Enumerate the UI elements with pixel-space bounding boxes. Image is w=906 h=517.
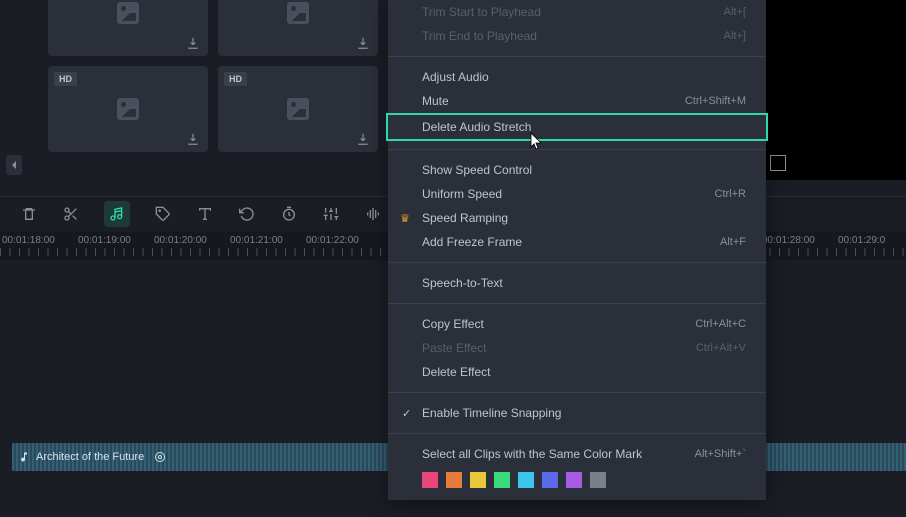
check-icon: ✓ — [402, 407, 411, 420]
color-mark-swatch[interactable] — [446, 472, 462, 488]
context-menu-shortcut: Alt+[ — [724, 6, 746, 18]
context-menu-shortcut: Alt+Shift+` — [695, 448, 746, 460]
context-menu-item[interactable]: ♛ Speed Ramping — [388, 206, 766, 230]
image-placeholder-icon — [117, 98, 139, 120]
context-menu-item[interactable]: Uniform Speed Ctrl+R — [388, 182, 766, 206]
ruler-tick: 00:01:19:00 — [76, 235, 152, 246]
context-menu-item-label: Adjust Audio — [422, 70, 489, 84]
ruler-tick: 00:01:22:00 — [304, 235, 380, 246]
media-thumbnail[interactable]: HD — [48, 66, 208, 152]
context-menu-item-label: Trim Start to Playhead — [422, 5, 541, 19]
context-menu-shortcut: Alt+F — [720, 236, 746, 248]
context-menu-item-label: Copy Effect — [422, 317, 484, 331]
hd-badge: HD — [54, 72, 77, 86]
media-thumbnail[interactable]: HD — [218, 66, 378, 152]
color-marks-row — [388, 466, 766, 488]
context-menu-item: Trim Start to Playhead Alt+[ — [388, 0, 766, 24]
preview-control-icon[interactable] — [770, 155, 786, 171]
context-menu-item[interactable]: Delete Audio Stretch — [386, 113, 768, 141]
image-placeholder-icon — [287, 98, 309, 120]
context-menu-item-label: Add Freeze Frame — [422, 235, 522, 249]
ruler-tick: 00:01:21:00 — [228, 235, 304, 246]
context-menu-item[interactable]: Select all Clips with the Same Color Mar… — [388, 442, 766, 466]
context-menu-separator — [388, 56, 766, 57]
context-menu-shortcut: Ctrl+R — [715, 188, 746, 200]
media-thumbnails-area: HD HD — [48, 0, 388, 165]
context-menu-item-label: Delete Audio Stretch — [422, 120, 531, 134]
context-menu-item-label: Show Speed Control — [422, 163, 532, 177]
context-menu-shortcut: Ctrl+Alt+V — [696, 342, 746, 354]
context-menu-shortcut: Alt+] — [724, 30, 746, 42]
context-menu-item-label: Delete Effect — [422, 365, 490, 379]
media-thumbnail[interactable] — [48, 0, 208, 56]
context-menu-separator — [388, 262, 766, 263]
clip-marker-icon — [154, 451, 166, 463]
context-menu-shortcut: Ctrl+Shift+M — [685, 95, 746, 107]
color-mark-swatch[interactable] — [494, 472, 510, 488]
context-menu-separator — [388, 392, 766, 393]
context-menu-item-label: Enable Timeline Snapping — [422, 406, 561, 420]
cursor-icon — [530, 132, 544, 150]
context-menu-item[interactable]: Show Speed Control — [388, 158, 766, 182]
trash-icon[interactable] — [20, 205, 38, 223]
ruler-tick: 00:01:18:00 — [0, 235, 76, 246]
context-menu-item-label: Trim End to Playhead — [422, 29, 537, 43]
ruler-tick: 00:01:29:0 — [836, 235, 906, 246]
color-mark-swatch[interactable] — [470, 472, 486, 488]
video-preview — [766, 0, 906, 180]
crown-icon: ♛ — [400, 212, 410, 225]
download-icon[interactable] — [186, 36, 200, 50]
context-menu-item[interactable]: ✓ Enable Timeline Snapping — [388, 401, 766, 425]
music-note-icon — [18, 451, 30, 463]
ruler-tick: 00:01:28:00 — [760, 235, 836, 246]
context-menu-item-label: Paste Effect — [422, 341, 486, 355]
context-menu-item[interactable]: Delete Effect — [388, 360, 766, 384]
context-menu: Trim Start to Playhead Alt+[ Trim End to P… — [388, 0, 766, 500]
chevron-left-icon — [10, 160, 18, 170]
download-icon[interactable] — [356, 132, 370, 146]
rotate-ccw-icon[interactable] — [238, 205, 256, 223]
context-menu-item-label: Uniform Speed — [422, 187, 502, 201]
image-placeholder-icon — [117, 2, 139, 24]
audio-stretch-icon[interactable] — [104, 201, 130, 227]
context-menu-item[interactable]: Mute Ctrl+Shift+M — [388, 89, 766, 113]
color-mark-swatch[interactable] — [542, 472, 558, 488]
color-mark-swatch[interactable] — [422, 472, 438, 488]
context-menu-separator — [388, 433, 766, 434]
text-icon[interactable] — [196, 205, 214, 223]
media-thumbnail[interactable] — [218, 0, 378, 56]
context-menu-item[interactable]: Add Freeze Frame Alt+F — [388, 230, 766, 254]
collapse-panel-button[interactable] — [6, 155, 22, 175]
equalizer-icon[interactable] — [364, 205, 382, 223]
context-menu-item-label: Mute — [422, 94, 449, 108]
context-menu-item[interactable]: Copy Effect Ctrl+Alt+C — [388, 312, 766, 336]
tag-icon[interactable] — [154, 205, 172, 223]
color-mark-swatch[interactable] — [518, 472, 534, 488]
image-placeholder-icon — [287, 2, 309, 24]
context-menu-item-label: Speed Ramping — [422, 211, 508, 225]
download-icon[interactable] — [186, 132, 200, 146]
audio-clip-label: Architect of the Future — [18, 451, 166, 463]
scissors-icon[interactable] — [62, 205, 80, 223]
context-menu-item-label: Select all Clips with the Same Color Mar… — [422, 447, 642, 461]
hd-badge: HD — [224, 72, 247, 86]
context-menu-item: Trim End to Playhead Alt+] — [388, 24, 766, 48]
timer-icon[interactable] — [280, 205, 298, 223]
context-menu-item[interactable]: Speech-to-Text — [388, 271, 766, 295]
context-menu-separator — [388, 303, 766, 304]
context-menu-separator — [388, 149, 766, 150]
audio-clip-title: Architect of the Future — [36, 451, 144, 463]
ruler-tick: 00:01:20:00 — [152, 235, 228, 246]
color-mark-swatch[interactable] — [566, 472, 582, 488]
context-menu-item[interactable]: Adjust Audio — [388, 65, 766, 89]
sliders-icon[interactable] — [322, 205, 340, 223]
download-icon[interactable] — [356, 36, 370, 50]
context-menu-shortcut: Ctrl+Alt+C — [695, 318, 746, 330]
context-menu-item: Paste Effect Ctrl+Alt+V — [388, 336, 766, 360]
color-mark-swatch[interactable] — [590, 472, 606, 488]
context-menu-item-label: Speech-to-Text — [422, 276, 503, 290]
